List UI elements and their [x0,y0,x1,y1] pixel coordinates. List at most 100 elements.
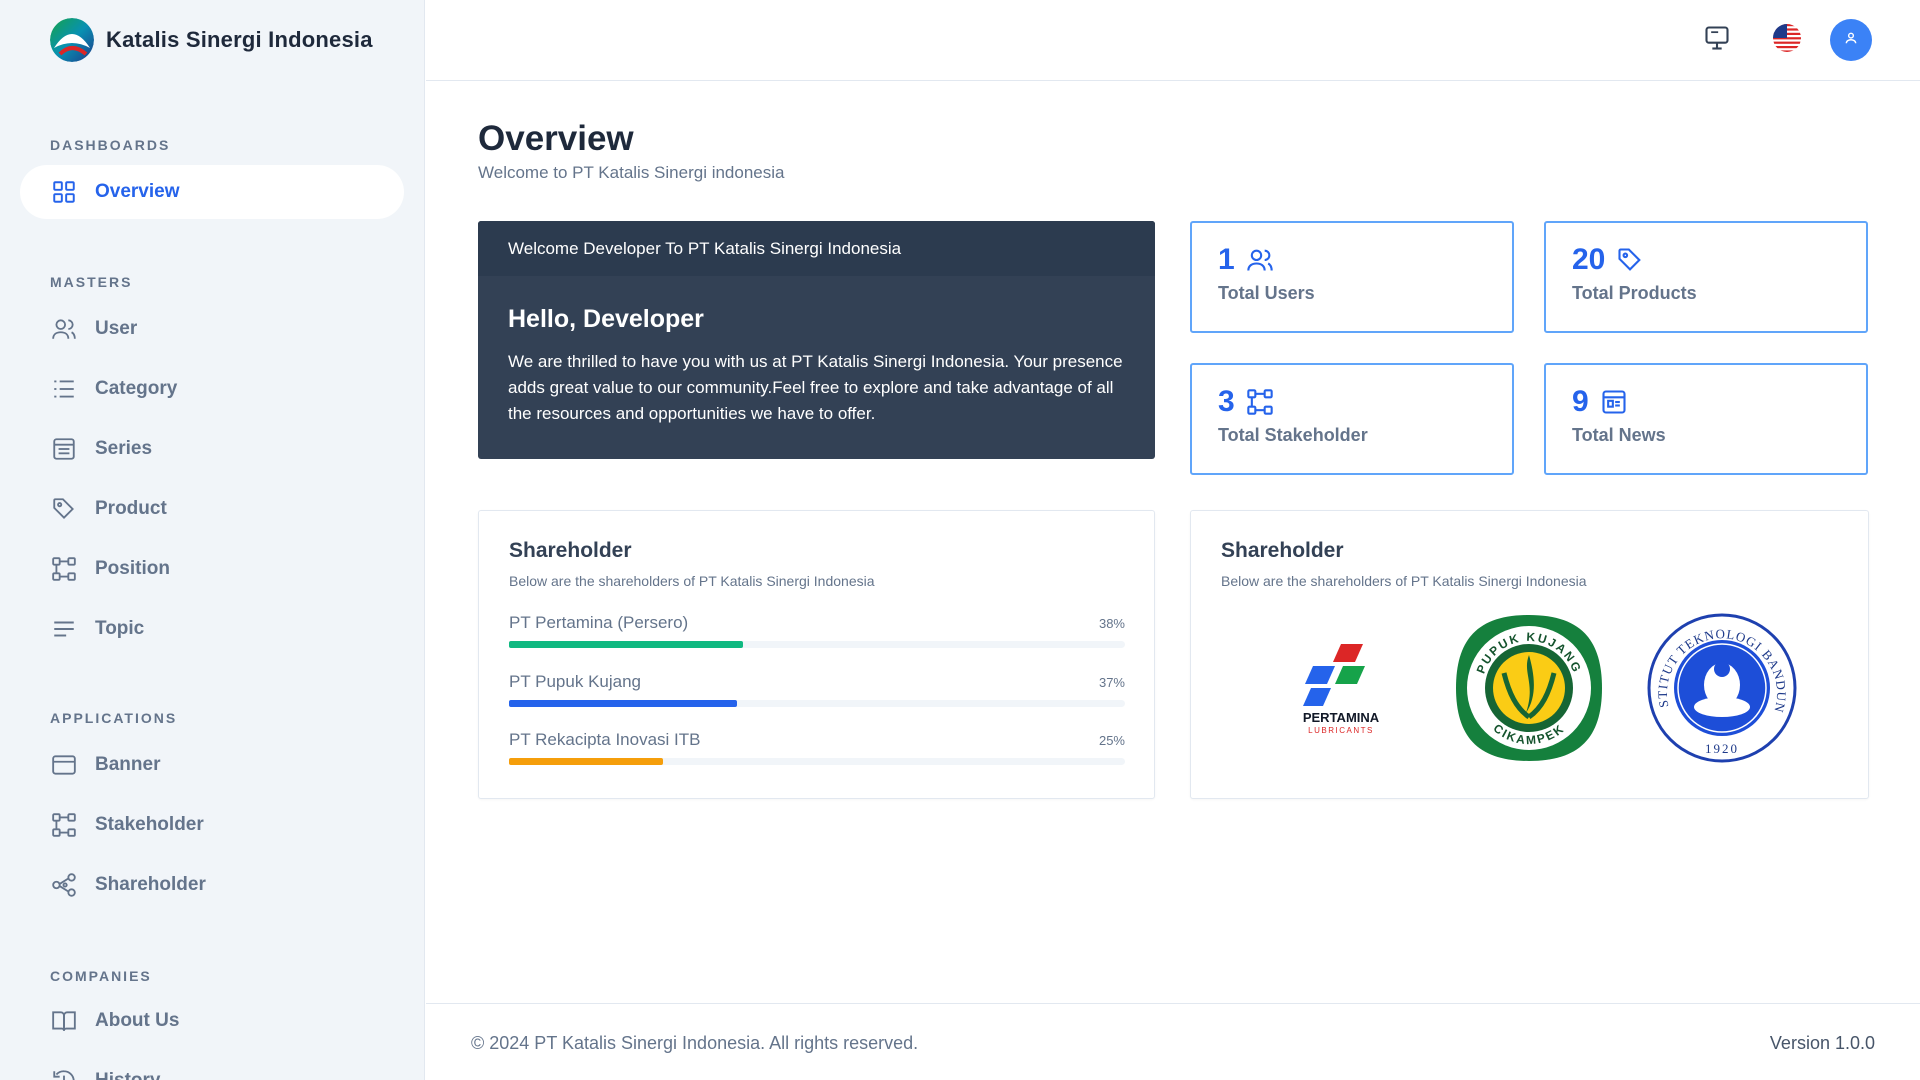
welcome-text: We are thrilled to have you with us at P… [508,352,1123,423]
nodes-icon [50,811,78,839]
footer: © 2024 PT Katalis Sinergi Indonesia. All… [426,1003,1920,1080]
pupuk-kujang-logo[interactable]: PUPUK KUJANG CIKAMPEK [1454,613,1604,763]
section-dashboards: DASHBOARDS [50,137,171,153]
sidebar-item-label: Product [95,498,167,519]
sidebar-item-topic[interactable]: Topic [20,602,404,656]
sidebar-item-label: Topic [95,618,145,639]
svg-text:1920: 1920 [1705,741,1739,756]
sidebar-item-label: History [95,1070,160,1080]
top-bar [426,0,1920,81]
section-applications: APPLICATIONS [50,710,178,726]
book-icon [50,1007,78,1035]
us-flag-icon [1772,23,1802,58]
shareholder-row: PT Pertamina (Persero) 38% [509,613,1125,648]
tag-icon [1615,245,1645,275]
users-icon [50,315,78,343]
version-text: Version 1.0.0 [1769,1033,1875,1053]
monitor-icon [1703,24,1731,57]
sidebar-item-label: About Us [95,1010,180,1031]
svg-text:LUBRICANTS: LUBRICANTS [1308,726,1374,735]
progress-fill [509,758,663,765]
stat-value: 9 [1572,385,1589,418]
sidebar-item-shareholder[interactable]: Shareholder [20,858,404,912]
user-avatar-button[interactable] [1830,19,1872,61]
sidebar-item-category[interactable]: Category [20,362,404,416]
sidebar-item-label: Overview [95,181,180,202]
shareholder-percent: 38% [1098,616,1125,631]
stat-card-users[interactable]: 1 Total Users [1190,221,1514,333]
shareholder-row: PT Pupuk Kujang 37% [509,672,1125,707]
user-icon [1844,31,1858,50]
stat-card-products[interactable]: 20 Total Products [1544,221,1868,333]
stat-label: Total Users [1218,283,1315,303]
sidebar-item-history[interactable]: History [20,1054,404,1080]
svg-text:PERTAMINA: PERTAMINA [1303,710,1380,725]
page-title: Overview [478,119,634,158]
share-icon [50,871,78,899]
lines-icon [50,615,78,643]
sidebar-item-label: Position [95,558,170,579]
nodes-icon [50,555,78,583]
sidebar-item-product[interactable]: Product [20,482,404,536]
main-content: Overview Welcome to PT Katalis Sinergi i… [426,81,1920,1001]
stat-value: 1 [1218,243,1235,276]
stat-label: Total News [1572,425,1666,445]
brand-name: Katalis Sinergi Indonesia [106,27,373,52]
sidebar-item-banner[interactable]: Banner [20,738,404,792]
shareholder-card: Shareholder Below are the shareholders o… [478,510,1155,799]
welcome-card: Welcome Developer To PT Katalis Sinergi … [478,221,1155,459]
card-title: Shareholder [1221,539,1344,562]
table-list-icon [50,435,78,463]
monitor-button[interactable] [1696,19,1738,61]
stat-label: Total Products [1572,283,1697,303]
sidebar-item-overview[interactable]: Overview [20,165,404,219]
language-button[interactable] [1766,19,1808,61]
card-subtitle: Below are the shareholders of PT Katalis… [509,573,875,589]
sidebar-item-about-us[interactable]: About Us [20,994,404,1048]
shareholder-name: PT Pertamina (Persero) [509,613,689,632]
progress-fill [509,700,737,707]
sidebar-item-label: Category [95,378,178,399]
progress-fill [509,641,744,648]
itb-logo[interactable]: INSTITUT TEKNOLOGI BANDUNG 1920 [1642,601,1797,763]
sidebar-item-label: User [95,318,138,339]
section-masters: MASTERS [50,274,133,290]
stat-card-news[interactable]: 9 Total News [1544,363,1868,475]
brand[interactable]: Katalis Sinergi Indonesia [50,18,373,62]
sidebar-item-label: Series [95,438,153,459]
history-icon [50,1067,78,1080]
browser-icon [50,751,78,779]
shareholder-percent: 37% [1098,675,1125,690]
card-title: Shareholder [509,539,632,562]
shareholder-percent: 25% [1098,733,1125,748]
stat-card-stakeholder[interactable]: 3 Total Stakeholder [1190,363,1514,475]
sidebar-item-label: Shareholder [95,874,206,895]
stat-label: Total Stakeholder [1218,425,1368,445]
tag-icon [50,495,78,523]
progress-track [509,700,1125,707]
card-subtitle: Below are the shareholders of PT Katalis… [1221,573,1587,589]
page-subtitle: Welcome to PT Katalis Sinergi indonesia [478,163,785,182]
nodes-icon [1245,387,1275,417]
shareholder-name: PT Rekacipta Inovasi ITB [509,730,701,749]
brand-logo-icon [50,18,94,62]
sidebar-item-stakeholder[interactable]: Stakeholder [20,798,404,852]
sidebar-item-series[interactable]: Series [20,422,404,476]
copyright-text: © 2024 PT Katalis Sinergi Indonesia. All… [471,1033,919,1053]
shareholder-logos-card: Shareholder Below are the shareholders o… [1190,510,1869,799]
shareholder-row: PT Rekacipta Inovasi ITB 25% [509,730,1125,765]
progress-track [509,758,1125,765]
pertamina-logo[interactable]: PERTAMINA LUBRICANTS [1291,636,1391,736]
sidebar-item-position[interactable]: Position [20,542,404,596]
progress-track [509,641,1125,648]
welcome-header: Welcome Developer To PT Katalis Sinergi … [478,221,1155,276]
grid-icon [50,178,78,206]
news-icon [1599,387,1629,417]
users-icon [1245,245,1275,275]
sidebar-item-user[interactable]: User [20,302,404,356]
sidebar-item-label: Banner [95,754,161,775]
welcome-greeting: Hello, Developer [508,305,704,333]
stat-value: 3 [1218,385,1235,418]
stat-value: 20 [1572,243,1606,276]
section-companies: COMPANIES [50,968,152,984]
